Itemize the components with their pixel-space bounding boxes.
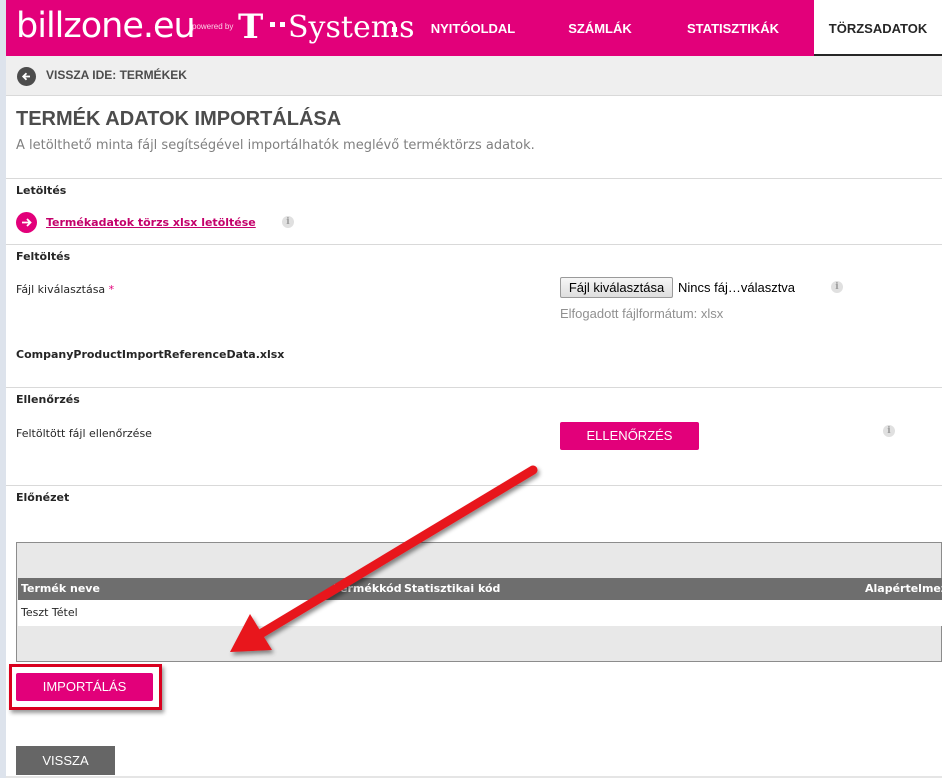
divider bbox=[6, 387, 942, 388]
column-header-default[interactable]: Alapértelmez bbox=[865, 582, 942, 595]
table-cell-product-name: Teszt Tétel bbox=[21, 606, 78, 619]
upload-section-title: Feltöltés bbox=[16, 250, 71, 263]
table-row[interactable]: Teszt Tétel bbox=[18, 600, 942, 626]
check-file-label: Feltöltött fájl ellenőrzése bbox=[16, 427, 152, 440]
divider bbox=[6, 244, 942, 245]
powered-by-label: powered by bbox=[192, 22, 234, 31]
back-button[interactable]: VISSZA bbox=[16, 746, 115, 775]
preview-table-header: Termék neve Termékkód Statisztikai kód A… bbox=[18, 578, 942, 600]
accepted-format-hint: Elfogadott fájlformátum: xlsx bbox=[560, 306, 724, 321]
nav-item-szamlak[interactable]: SZÁMLÁK bbox=[536, 0, 664, 56]
file-select-label-text: Fájl kiválasztása bbox=[16, 283, 106, 296]
window-frame-left bbox=[0, 0, 6, 778]
arrow-left-icon[interactable] bbox=[17, 67, 36, 86]
required-marker: * bbox=[108, 283, 115, 296]
breadcrumb-back-link[interactable]: VISSZA IDE: TERMÉKEK bbox=[46, 68, 187, 82]
t-systems-t-mark: T bbox=[238, 7, 264, 47]
top-navigation-bar: billzone.eu powered by T Systems NYITÓOL… bbox=[6, 0, 942, 56]
column-header-statistical-code[interactable]: Statisztikai kód bbox=[404, 582, 500, 595]
preview-table: Termék neve Termékkód Statisztikai kód A… bbox=[16, 542, 942, 662]
uploaded-filename: CompanyProductImportReferenceData.xlsx bbox=[16, 348, 285, 361]
file-select-label: Fájl kiválasztása * bbox=[16, 283, 114, 296]
t-systems-dots bbox=[266, 22, 290, 30]
billzone-logo[interactable]: billzone.eu bbox=[16, 4, 196, 48]
arrow-right-icon[interactable] bbox=[16, 212, 37, 233]
page-title: TERMÉK ADATOK IMPORTÁLÁSA bbox=[16, 108, 342, 130]
import-button-highlight-box bbox=[9, 664, 162, 710]
check-section-title: Ellenőrzés bbox=[16, 393, 80, 406]
divider bbox=[6, 485, 942, 486]
column-header-product-name[interactable]: Termék neve bbox=[21, 582, 100, 595]
breadcrumb: VISSZA IDE: TERMÉKEK bbox=[6, 56, 942, 96]
download-template-link[interactable]: Termékadatok törzs xlsx letöltése bbox=[46, 216, 256, 229]
column-header-product-code[interactable]: Termékkód bbox=[334, 582, 402, 595]
choose-file-button[interactable]: Fájl kiválasztása bbox=[560, 277, 673, 298]
download-section-title: Letöltés bbox=[16, 184, 67, 197]
divider bbox=[6, 178, 942, 179]
info-icon[interactable]: i bbox=[883, 425, 895, 437]
info-icon[interactable]: i bbox=[282, 216, 294, 228]
nav-item-torzsadatok[interactable]: TÖRZSADATOK bbox=[814, 0, 942, 56]
check-button[interactable]: ELLENŐRZÉS bbox=[560, 422, 699, 450]
file-status-text: Nincs fáj…választva bbox=[678, 280, 796, 295]
t-systems-end-dot bbox=[392, 27, 397, 32]
page-subtitle: A letölthető minta fájl segítségével imp… bbox=[16, 138, 535, 153]
nav-item-statisztikak[interactable]: STATISZTIKÁK bbox=[664, 0, 802, 56]
preview-section-title: Előnézet bbox=[16, 491, 70, 504]
info-icon[interactable]: i bbox=[831, 281, 843, 293]
nav-item-nyitooldal[interactable]: NYITÓOLDAL bbox=[410, 0, 536, 56]
